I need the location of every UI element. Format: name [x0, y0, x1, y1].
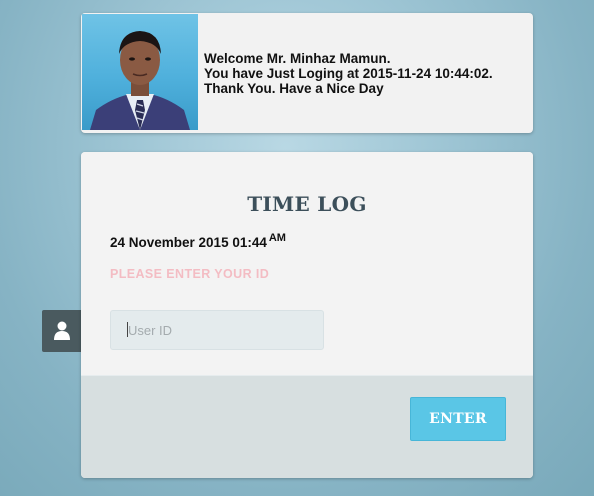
timelog-card: TIME LOG 24 November 2015 01:44 AM PLEASE… — [81, 152, 533, 478]
user-photo — [82, 14, 198, 130]
welcome-line-greeting: Welcome Mr. Minhaz Mamun. — [204, 51, 391, 66]
welcome-line-thanks: Thank You. Have a Nice Day — [204, 81, 384, 96]
enter-id-prompt: PLEASE ENTER YOUR ID — [110, 267, 270, 281]
welcome-card: Welcome Mr. Minhaz Mamun. You have Just … — [81, 13, 533, 133]
text-cursor — [127, 322, 128, 337]
welcome-line-login-time: You have Just Loging at 2015-11-24 10:44… — [204, 66, 493, 81]
current-datetime: 24 November 2015 01:44 AM — [110, 232, 286, 250]
user-icon — [54, 321, 70, 340]
user-icon-tab — [42, 310, 82, 352]
page-title: TIME LOG — [247, 192, 367, 216]
welcome-message: Welcome Mr. Minhaz Mamun. You have Just … — [204, 51, 493, 96]
timelog-form-area: TIME LOG 24 November 2015 01:44 AM PLEASE… — [81, 152, 533, 375]
current-date: 24 November 2015 01:44 — [110, 235, 267, 250]
user-id-input[interactable] — [110, 310, 324, 350]
enter-button[interactable]: ENTER — [410, 397, 506, 441]
am-pm-label: AM — [268, 232, 286, 244]
